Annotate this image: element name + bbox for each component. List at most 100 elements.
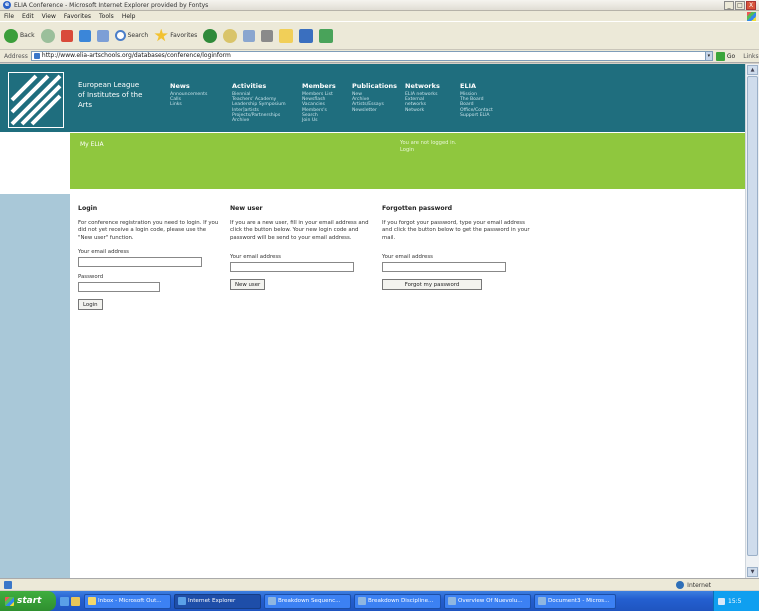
forgotten-email-input[interactable] bbox=[382, 262, 506, 273]
taskbar-item[interactable]: Breakdown Discipline... bbox=[354, 593, 441, 609]
word-doc-icon bbox=[448, 597, 456, 605]
menu-tools[interactable]: Tools bbox=[99, 13, 114, 20]
menu-bar: File Edit View Favorites Tools Help bbox=[0, 11, 759, 22]
history-button[interactable] bbox=[223, 28, 238, 43]
quick-launch-outlook-icon[interactable] bbox=[71, 596, 80, 606]
refresh-button[interactable] bbox=[78, 29, 91, 42]
taskbar-item[interactable]: Document3 - Micros... bbox=[534, 593, 616, 609]
login-email-input[interactable] bbox=[78, 257, 202, 268]
nav-publications-item[interactable]: Newsletter bbox=[352, 108, 397, 113]
taskbar-item[interactable]: Inbox - Microsoft Out... bbox=[84, 593, 171, 609]
login-button[interactable]: Login bbox=[78, 299, 103, 311]
nav-elia: ELIA Mission The Board Board Office/Cont… bbox=[460, 82, 493, 118]
nav-news-item[interactable]: Links bbox=[170, 102, 207, 107]
messenger-icon bbox=[299, 28, 314, 43]
nav-networks: Networks ELIA networks External networks… bbox=[405, 82, 440, 113]
menu-favorites[interactable]: Favorites bbox=[64, 13, 91, 20]
taskbar-item[interactable]: Overview Of Nuevolu... bbox=[444, 593, 531, 609]
security-zone-label: Internet bbox=[687, 581, 711, 589]
scroll-down-button[interactable]: ▼ bbox=[747, 567, 758, 577]
taskbar-item-active[interactable]: Internet Explorer bbox=[174, 593, 261, 609]
folder-button[interactable] bbox=[279, 28, 294, 43]
menu-edit[interactable]: Edit bbox=[22, 13, 34, 20]
taskbar-item-label: Breakdown Sequenc... bbox=[278, 598, 341, 604]
forward-arrow-icon bbox=[40, 28, 55, 43]
network-icon[interactable] bbox=[718, 597, 725, 605]
favorites-button[interactable]: Favorites bbox=[154, 28, 197, 43]
system-tray: 15:5 bbox=[713, 591, 759, 611]
start-button[interactable]: start bbox=[0, 591, 56, 611]
maximize-button[interactable]: □ bbox=[735, 1, 745, 10]
go-button[interactable]: Go bbox=[715, 51, 736, 61]
page-icon bbox=[4, 580, 12, 589]
media-icon bbox=[203, 28, 218, 43]
forgotten-password-section: Forgotten password If you forgot your pa… bbox=[382, 205, 530, 291]
refresh-icon bbox=[78, 29, 91, 42]
back-button[interactable]: Back bbox=[4, 28, 35, 43]
login-password-input[interactable] bbox=[78, 282, 160, 293]
nav-publications-heading[interactable]: Publications bbox=[352, 82, 397, 90]
vertical-scrollbar[interactable]: ▲ ▼ bbox=[745, 64, 759, 578]
page-content: European League of Institutes of the Art… bbox=[0, 64, 745, 578]
nav-activities: Activities Biennial Teachers' Academy Le… bbox=[232, 82, 286, 123]
scroll-thumb[interactable] bbox=[747, 76, 758, 556]
address-bar: Address http://www.elia-artschools.org/d… bbox=[0, 50, 759, 63]
new-user-email-input[interactable] bbox=[230, 262, 354, 273]
messenger-button[interactable] bbox=[299, 28, 314, 43]
address-label: Address bbox=[4, 52, 28, 60]
minimize-button[interactable]: _ bbox=[724, 1, 734, 10]
flow-button[interactable] bbox=[319, 28, 334, 43]
nav-members-item[interactable]: Join Us bbox=[302, 118, 336, 123]
nav-members-heading[interactable]: Members bbox=[302, 82, 336, 90]
print-button[interactable] bbox=[261, 29, 274, 42]
ie-icon bbox=[178, 597, 186, 605]
taskbar-item[interactable]: Breakdown Sequenc... bbox=[264, 593, 351, 609]
new-user-button[interactable]: New user bbox=[230, 279, 266, 291]
nav-activities-item[interactable]: Leadership Symposium bbox=[232, 102, 286, 107]
close-button[interactable]: X bbox=[746, 1, 756, 10]
forgot-password-button[interactable]: Forgot my password bbox=[382, 279, 482, 291]
nav-activities-item[interactable]: Archive bbox=[232, 118, 286, 123]
ie-logo-icon: e bbox=[3, 1, 11, 9]
nav-news: News Announcements Calls Links bbox=[170, 82, 207, 108]
nav-elia-heading[interactable]: ELIA bbox=[460, 82, 493, 90]
nav-elia-item[interactable]: Support ELIA bbox=[460, 113, 493, 118]
quick-launch-ie-icon[interactable] bbox=[60, 596, 69, 606]
nav-networks-item[interactable]: Network bbox=[405, 108, 440, 113]
elia-logo[interactable] bbox=[7, 71, 65, 129]
new-user-email-label: Your email address bbox=[230, 254, 281, 261]
media-button[interactable] bbox=[203, 28, 218, 43]
status-bar: Internet bbox=[0, 578, 759, 590]
globe-icon bbox=[676, 581, 685, 589]
nav-activities-heading[interactable]: Activities bbox=[232, 82, 286, 90]
forgotten-password-instructions: If you forgot your password, type your e… bbox=[382, 220, 530, 241]
menu-help[interactable]: Help bbox=[122, 13, 136, 20]
clock: 15:5 bbox=[728, 597, 742, 605]
print-icon bbox=[261, 29, 274, 42]
menu-file[interactable]: File bbox=[4, 13, 14, 20]
nav-news-heading[interactable]: News bbox=[170, 82, 207, 90]
home-icon bbox=[96, 29, 109, 42]
address-input[interactable]: http://www.elia-artschools.org/databases… bbox=[30, 51, 706, 61]
login-status-text: You are not logged in. bbox=[400, 140, 457, 146]
new-user-section: New user If you are a new user, fill in … bbox=[230, 205, 376, 291]
back-arrow-icon bbox=[4, 28, 18, 43]
search-button[interactable]: Search bbox=[114, 30, 148, 41]
word-doc-icon bbox=[358, 597, 366, 605]
forgotten-password-heading: Forgotten password bbox=[382, 205, 453, 212]
menu-view[interactable]: View bbox=[42, 13, 56, 20]
mail-button[interactable] bbox=[243, 29, 256, 42]
site-header: European League of Institutes of the Art… bbox=[0, 64, 745, 132]
nav-networks-heading[interactable]: Networks bbox=[405, 82, 440, 90]
address-dropdown-button[interactable]: ▾ bbox=[704, 51, 713, 61]
favorites-star-icon bbox=[154, 28, 168, 42]
scroll-up-button[interactable]: ▲ bbox=[747, 65, 758, 75]
go-label: Go bbox=[726, 52, 736, 60]
forward-button[interactable] bbox=[40, 28, 55, 43]
stop-button[interactable] bbox=[60, 29, 73, 42]
home-button[interactable] bbox=[96, 29, 109, 42]
links-button[interactable]: Links bbox=[743, 53, 758, 60]
window-title: ELIA Conference - Microsoft Internet Exp… bbox=[14, 1, 209, 9]
login-status-link[interactable]: Login bbox=[400, 147, 456, 154]
new-user-heading: New user bbox=[230, 205, 263, 212]
